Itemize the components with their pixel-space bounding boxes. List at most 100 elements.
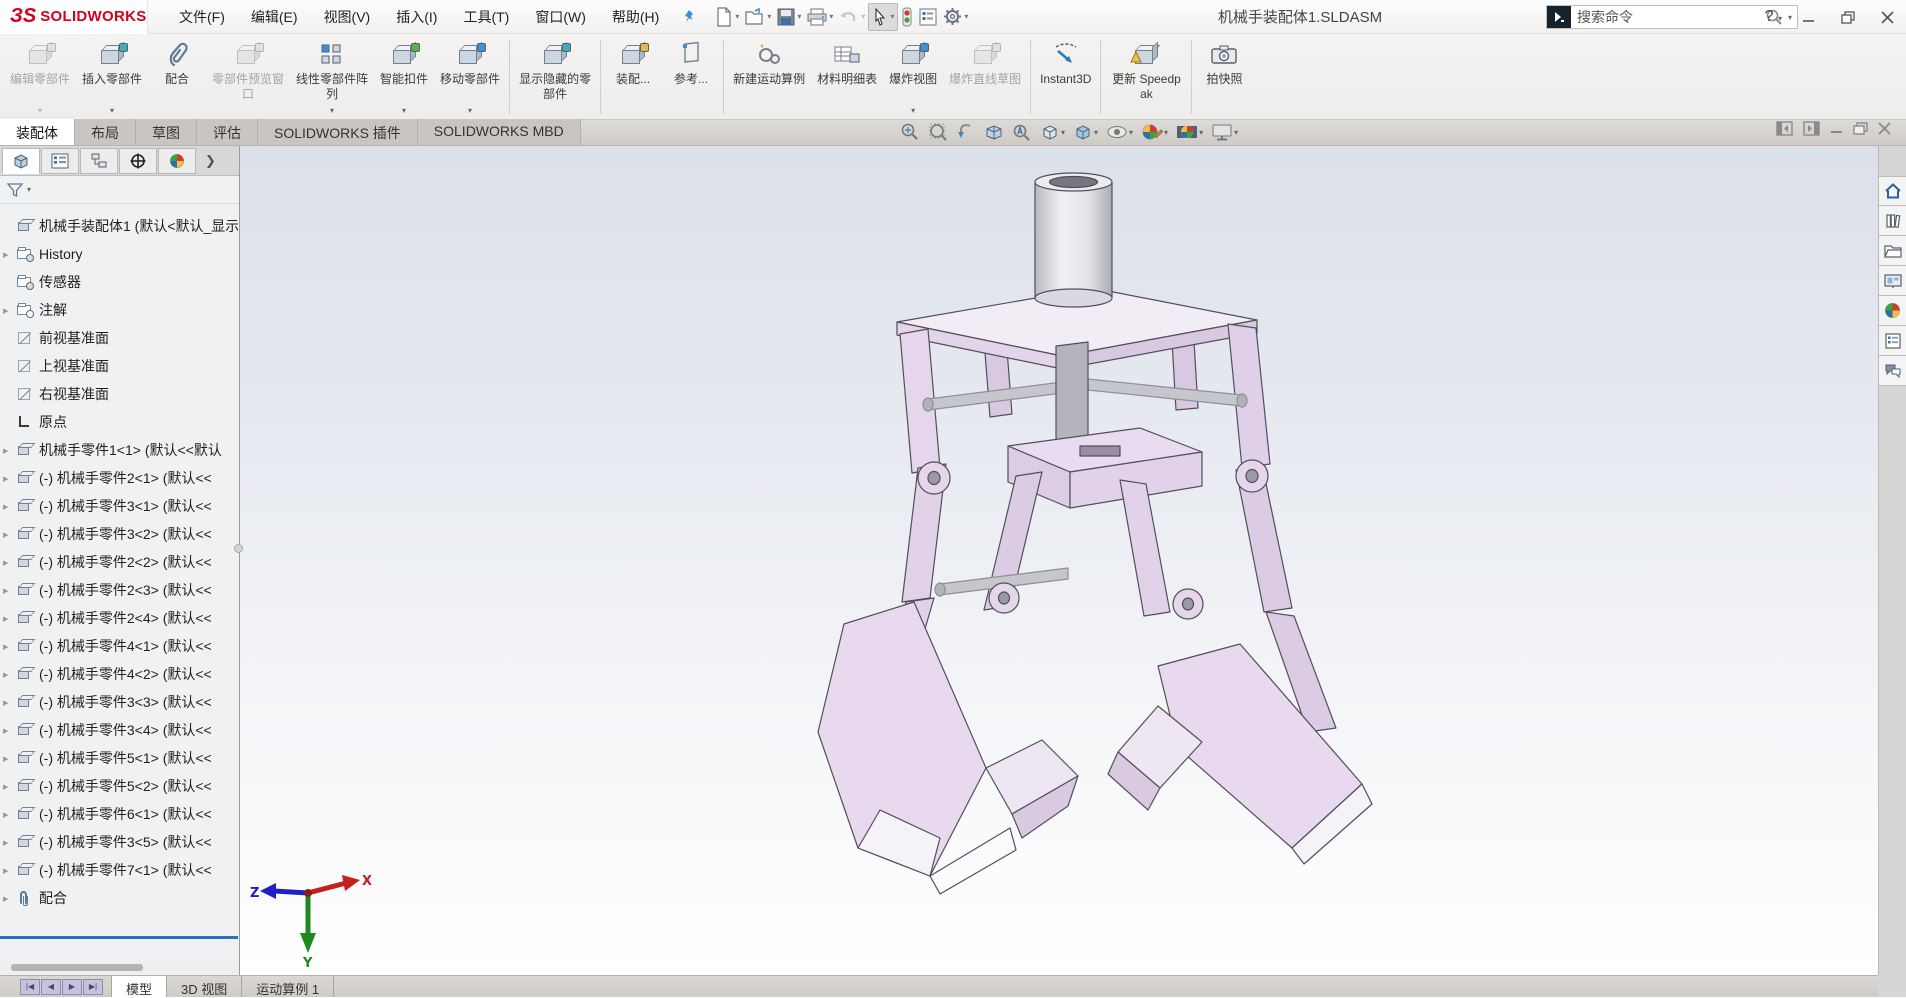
menu-view[interactable]: 视图(V) (311, 0, 384, 35)
bill-of-materials-button[interactable]: 材料明细表 (811, 37, 883, 117)
menu-edit[interactable]: 编辑(E) (238, 0, 311, 35)
scrollbar-thumb[interactable] (11, 964, 143, 971)
viewport-minimize-icon[interactable] (1830, 122, 1843, 135)
collapse-left-pane-icon[interactable] (1776, 121, 1793, 136)
appearances-icon[interactable] (1879, 296, 1906, 326)
forum-icon[interactable] (1879, 356, 1906, 386)
move-component-button[interactable]: 移动零部件▾ (434, 37, 506, 117)
search-flyout-icon[interactable] (1547, 6, 1571, 28)
dropdown-caret-icon[interactable]: ▾ (861, 12, 865, 21)
update-speedpak-button[interactable]: 更新 Speedpak (1104, 37, 1188, 117)
exploded-view-button[interactable]: 爆炸视图▾ (883, 37, 943, 117)
file-explorer-icon[interactable] (1879, 236, 1906, 266)
tab-sketch[interactable]: 草图 (136, 119, 197, 145)
nav-previous-icon[interactable]: ◀ (41, 979, 61, 995)
view-settings-icon[interactable]: ▾ (1209, 121, 1240, 143)
close-button[interactable] (1875, 9, 1900, 26)
design-library-icon[interactable] (1879, 206, 1906, 236)
tab-3d-views[interactable]: 3D 视图 (167, 976, 242, 997)
tab-solidworks-mbd[interactable]: SOLIDWORKS MBD (418, 119, 581, 145)
show-hidden-components-button[interactable]: 显示隐藏的零部件 (513, 37, 597, 117)
tree-item-history[interactable]: ▸ History (0, 240, 238, 268)
rebuild-button[interactable] (898, 3, 916, 31)
help-button[interactable]: ? ▾ (1765, 8, 1782, 26)
hide-show-items-icon[interactable]: ▾ (1104, 121, 1135, 143)
home-icon[interactable] (1879, 176, 1906, 206)
graphics-viewport[interactable]: X Y Z (240, 146, 1878, 975)
zoom-area-icon[interactable] (926, 121, 950, 143)
tree-item-part[interactable]: ▸ (-) 机械手零件3<3> (默认<< (0, 688, 238, 716)
tree-item-part[interactable]: ▸ (-) 机械手零件2<4> (默认<< (0, 604, 238, 632)
settings-gear-button[interactable]: ▾ (940, 3, 971, 30)
custom-properties-icon[interactable] (1879, 326, 1906, 356)
tree-item-part[interactable]: ▸ (-) 机械手零件2<1> (默认<< (0, 464, 238, 492)
tree-item-sensors[interactable]: 传感器 (0, 268, 238, 296)
tree-item-front-plane[interactable]: 前视基准面 (0, 324, 238, 352)
tab-evaluate[interactable]: 评估 (197, 119, 258, 145)
dropdown-caret-icon[interactable]: ▾ (767, 12, 771, 21)
tree-item-part[interactable]: ▸ (-) 机械手零件2<2> (默认<< (0, 548, 238, 576)
tree-item-part[interactable]: ▸ (-) 机械手零件4<2> (默认<< (0, 660, 238, 688)
tree-item-part[interactable]: ▸ (-) 机械手零件6<1> (默认<< (0, 800, 238, 828)
explode-line-sketch-button[interactable]: 爆炸直线草图 (943, 37, 1027, 117)
reference-geometry-button[interactable]: 参考... (662, 37, 720, 117)
dropdown-caret-icon[interactable]: ▾ (829, 12, 833, 21)
tree-item-annotations[interactable]: ▸ 注解 (0, 296, 238, 324)
menu-window[interactable]: 窗口(W) (522, 0, 599, 35)
dropdown-caret-icon[interactable]: ▾ (797, 12, 801, 21)
apply-scene-icon[interactable]: ▾ (1174, 121, 1205, 143)
take-snapshot-button[interactable]: 拍快照 (1195, 37, 1253, 117)
tab-display-manager[interactable] (158, 148, 196, 174)
tree-item-part[interactable]: ▸ (-) 机械手零件4<1> (默认<< (0, 632, 238, 660)
display-style-icon[interactable]: ▾ (1071, 121, 1100, 143)
insert-component-button[interactable]: 插入零部件▾ (76, 37, 148, 117)
tab-layout[interactable]: 布局 (75, 119, 136, 145)
restore-button[interactable] (1835, 9, 1861, 26)
minimize-button[interactable] (1796, 9, 1821, 26)
save-button[interactable]: ▾ (774, 4, 804, 30)
mate-button[interactable]: 配合 (148, 37, 206, 117)
search-input[interactable] (1571, 9, 1765, 25)
tree-root-assembly[interactable]: 机械手装配体1 (默认<默认_显示 (0, 212, 238, 240)
edit-appearance-icon[interactable]: ▾ (1139, 121, 1170, 143)
filter-caret-icon[interactable]: ▾ (27, 185, 31, 194)
nav-first-icon[interactable]: |◀ (20, 979, 40, 995)
tree-item-part[interactable]: ▸ (-) 机械手零件3<1> (默认<< (0, 492, 238, 520)
tab-dimxpert-manager[interactable] (119, 148, 157, 174)
tree-item-mates[interactable]: ▸ 配合 (0, 884, 238, 912)
tree-item-part[interactable]: ▸ (-) 机械手零件5<1> (默认<< (0, 744, 238, 772)
dropdown-caret-icon[interactable]: ▾ (735, 12, 739, 21)
pin-menu-icon[interactable] (682, 9, 696, 25)
tree-item-part[interactable]: ▸ 机械手零件1<1> (默认<<默认 (0, 436, 238, 464)
nav-next-icon[interactable]: ▶ (62, 979, 82, 995)
3d-model-robot-gripper[interactable] (240, 146, 1878, 975)
options-list-button[interactable] (916, 4, 940, 30)
command-search-box[interactable]: ▾ (1546, 5, 1798, 29)
new-document-button[interactable]: ▾ (712, 3, 742, 31)
nav-last-icon[interactable]: ▶| (83, 979, 103, 995)
tab-solidworks-addins[interactable]: SOLIDWORKS 插件 (258, 119, 418, 145)
panel-splitter-handle[interactable] (234, 544, 243, 553)
open-button[interactable]: ▾ (742, 4, 774, 30)
tree-item-part[interactable]: ▸ (-) 机械手零件5<2> (默认<< (0, 772, 238, 800)
tab-feature-tree[interactable] (2, 148, 40, 174)
tree-item-part[interactable]: ▸ (-) 机械手零件3<5> (默认<< (0, 828, 238, 856)
viewport-close-icon[interactable] (1878, 122, 1891, 135)
tree-item-part[interactable]: ▸ (-) 机械手零件3<2> (默认<< (0, 520, 238, 548)
tree-item-part[interactable]: ▸ (-) 机械手零件7<1> (默认<< (0, 856, 238, 884)
dropdown-caret-icon[interactable]: ▾ (964, 12, 968, 21)
tree-horizontal-scrollbar[interactable] (0, 962, 238, 973)
filter-funnel-icon[interactable] (6, 182, 24, 198)
edit-component-button[interactable]: 编辑零部件▾ (4, 37, 76, 117)
tab-assembly[interactable]: 装配体 (0, 119, 75, 145)
menu-help[interactable]: 帮助(H) (599, 0, 672, 35)
zoom-fit-icon[interactable] (898, 121, 922, 143)
view-palette-icon[interactable] (1879, 266, 1906, 296)
menu-tools[interactable]: 工具(T) (450, 0, 522, 35)
smart-fasteners-button[interactable]: 智能扣件▾ (374, 37, 434, 117)
assembly-features-button[interactable]: 装配... (604, 37, 662, 117)
tree-item-part[interactable]: ▸ (-) 机械手零件2<3> (默认<< (0, 576, 238, 604)
rollback-bar[interactable] (0, 936, 238, 939)
linear-pattern-button[interactable]: 线性零部件阵列▾ (290, 37, 374, 117)
menu-insert[interactable]: 插入(I) (383, 0, 450, 35)
